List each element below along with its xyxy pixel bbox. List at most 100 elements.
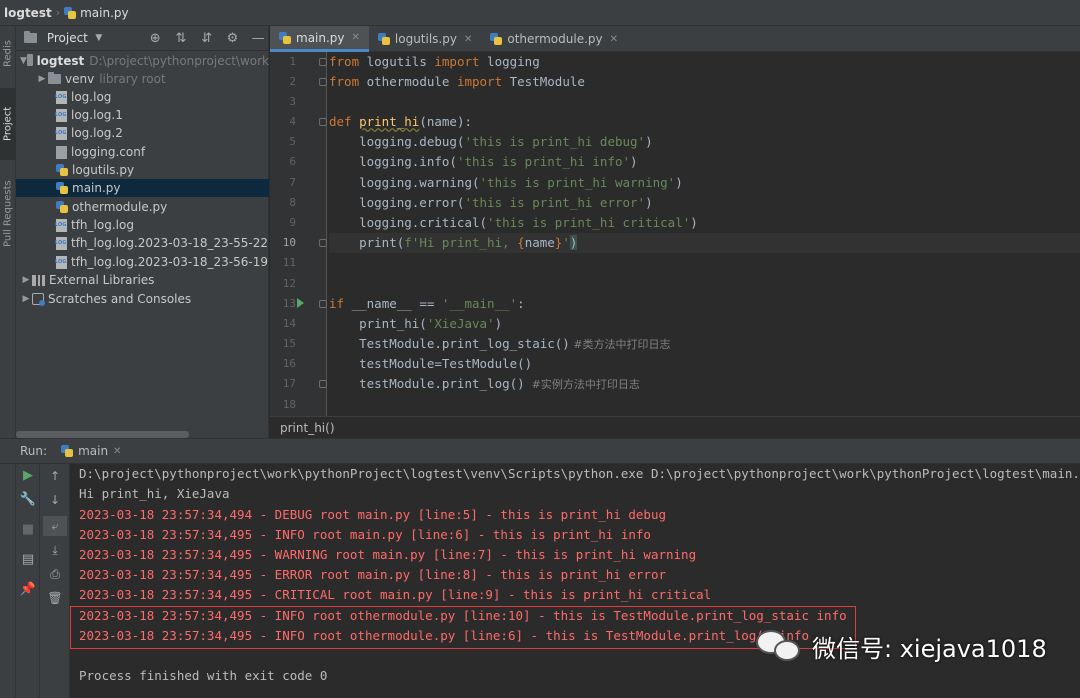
breadcrumb-item[interactable]: print_hi()	[280, 421, 335, 435]
gear-icon[interactable]: ⚙	[223, 31, 243, 46]
chevron-right-icon[interactable]: ▶	[20, 294, 32, 304]
rerun-icon[interactable]: ▶	[16, 468, 40, 483]
horizontal-scrollbar[interactable]	[16, 431, 189, 438]
code-keyword: if	[329, 296, 345, 311]
tree-item-label: log.log	[71, 90, 112, 104]
code-text: logutils	[359, 54, 435, 69]
fold-icon[interactable]	[319, 78, 327, 86]
collapse-all-icon[interactable]: ⇵	[197, 31, 217, 46]
line-number: 7	[289, 176, 296, 189]
tree-item-hint: library root	[99, 72, 166, 86]
tree-item-label: logging.conf	[71, 145, 146, 159]
code-line: logging.error('this is print_hi error')	[329, 193, 653, 213]
console-line-log: 2023-03-18 23:57:34,494 - DEBUG root mai…	[79, 507, 666, 522]
code-line-current: print(f'Hi print_hi, {name}')	[329, 233, 1080, 253]
close-icon[interactable]: ✕	[464, 34, 472, 45]
code-line: TestModule.print_log_staic() #类方法中打印日志	[329, 334, 670, 354]
code-variable: name	[524, 235, 555, 250]
fold-icon[interactable]	[319, 58, 327, 66]
wrench-icon[interactable]: 🔧	[16, 492, 40, 507]
code-string: 'this is print_hi error'	[464, 195, 646, 210]
code-editor[interactable]: 1 2 3 4 5 6 7 8 9 10 11 12 13 14 15 16 1…	[270, 52, 1080, 416]
run-left-edge	[0, 464, 16, 698]
print-icon[interactable]: ⎙	[43, 564, 67, 584]
close-icon[interactable]: ✕	[610, 34, 618, 45]
tab-main-py[interactable]: main.py ✕	[270, 26, 369, 52]
fold-icon[interactable]	[319, 380, 327, 388]
wechat-logo-icon	[754, 628, 804, 664]
tree-item-file[interactable]: log.log.2	[16, 124, 269, 142]
tree-item-file[interactable]: tfh_log.log.2023-03-18_23-56-19	[16, 253, 269, 271]
code-text: )	[675, 175, 683, 190]
line-number: 11	[282, 256, 296, 269]
tab-logutils-py[interactable]: logutils.py ✕	[369, 26, 481, 52]
code-fstring: f'Hi print_hi,	[404, 235, 518, 250]
scroll-to-end-icon[interactable]: ⤓	[43, 540, 67, 560]
close-icon[interactable]: ✕	[352, 32, 360, 43]
tree-item-external-libraries[interactable]: ▶ External Libraries	[16, 271, 269, 289]
chevron-down-icon[interactable]: ▼	[20, 56, 27, 66]
tree-item-file[interactable]: logutils.py	[16, 161, 269, 179]
pin-icon[interactable]: 📌	[16, 582, 40, 597]
tree-item-label: main.py	[72, 181, 121, 195]
layout-icon[interactable]: ▤	[16, 552, 40, 567]
log-file-icon	[55, 108, 67, 122]
tree-item-venv[interactable]: ▶ venv library root	[16, 70, 269, 88]
console-line-log: 2023-03-18 23:57:34,495 - ERROR root mai…	[79, 567, 666, 582]
code-line: print_hi('XieJava')	[329, 314, 502, 334]
run-gutter-icon[interactable]	[297, 298, 304, 308]
project-view-selector[interactable]: Project	[47, 31, 88, 45]
tree-item-label: tfh_log.log	[71, 218, 134, 232]
close-icon[interactable]: ✕	[113, 446, 121, 457]
fold-icon[interactable]	[319, 118, 327, 126]
python-file-icon	[279, 31, 291, 44]
fold-icon[interactable]	[319, 300, 327, 308]
code-text: logging.error(	[329, 195, 465, 210]
trash-icon[interactable]: 🗑	[43, 588, 67, 608]
minimize-icon[interactable]: —	[248, 31, 268, 46]
run-toolbar-secondary: ↑ ↓ ⤶ ⤓ ⎙ 🗑	[40, 464, 70, 698]
scroll-down-icon[interactable]: ↓	[43, 490, 67, 510]
tree-item-file-selected[interactable]: main.py	[16, 179, 269, 197]
python-file-icon	[56, 201, 68, 213]
project-folder-icon	[24, 31, 37, 43]
tree-item-root[interactable]: ▼ logtest D:\project\pythonproject\work	[16, 52, 269, 70]
code-string: 'this is print_hi critical'	[487, 215, 691, 230]
code-text: logging.warning(	[329, 175, 480, 190]
soft-wrap-icon[interactable]: ⤶	[43, 516, 67, 536]
code-text: TestModule	[502, 74, 585, 89]
tree-item-file[interactable]: logging.conf	[16, 143, 269, 161]
tree-item-label: logutils.py	[72, 163, 135, 177]
fold-icon[interactable]	[319, 239, 327, 247]
chevron-right-icon[interactable]: ▶	[20, 275, 32, 285]
chevron-down-icon[interactable]: ▼	[94, 33, 104, 43]
tree-item-file[interactable]: tfh_log.log	[16, 216, 269, 234]
line-number: 15	[282, 337, 296, 350]
expand-all-icon[interactable]: ⇅	[171, 31, 191, 46]
log-file-icon	[55, 236, 67, 250]
tool-tab-pull-requests[interactable]: Pull Requests	[0, 164, 16, 264]
nav-file-name[interactable]: main.py	[80, 6, 129, 20]
tab-othermodule-py[interactable]: othermodule.py ✕	[481, 26, 627, 52]
tree-item-label: venv	[65, 72, 95, 86]
tool-tab-project[interactable]: Project	[0, 88, 16, 160]
code-line: if __name__ == '__main__':	[329, 294, 525, 314]
tree-item-file[interactable]: log.log.1	[16, 106, 269, 124]
chevron-right-icon[interactable]: ▶	[36, 74, 48, 84]
line-number: 3	[289, 95, 296, 108]
line-number: 6	[289, 155, 296, 168]
tree-item-scratches[interactable]: ▶ Scratches and Consoles	[16, 290, 269, 308]
nav-project-name[interactable]: logtest	[4, 6, 52, 20]
code-text: logging.info(	[329, 154, 457, 169]
tree-item-file[interactable]: tfh_log.log.2023-03-18_23-55-22	[16, 234, 269, 252]
stop-icon[interactable]: ■	[16, 522, 40, 537]
run-config-label: main	[78, 444, 109, 458]
tool-tab-redis[interactable]: Redis	[0, 28, 16, 80]
scroll-up-icon[interactable]: ↑	[43, 466, 67, 486]
locate-target-icon[interactable]: ⊕	[145, 31, 165, 46]
tree-item-file[interactable]: log.log	[16, 88, 269, 106]
tree-item-file[interactable]: othermodule.py	[16, 198, 269, 216]
wechat-watermark: 微信号: xiejava1018	[754, 628, 1047, 664]
code-text: othermodule	[359, 74, 457, 89]
run-config-tab[interactable]: main ✕	[55, 444, 127, 458]
